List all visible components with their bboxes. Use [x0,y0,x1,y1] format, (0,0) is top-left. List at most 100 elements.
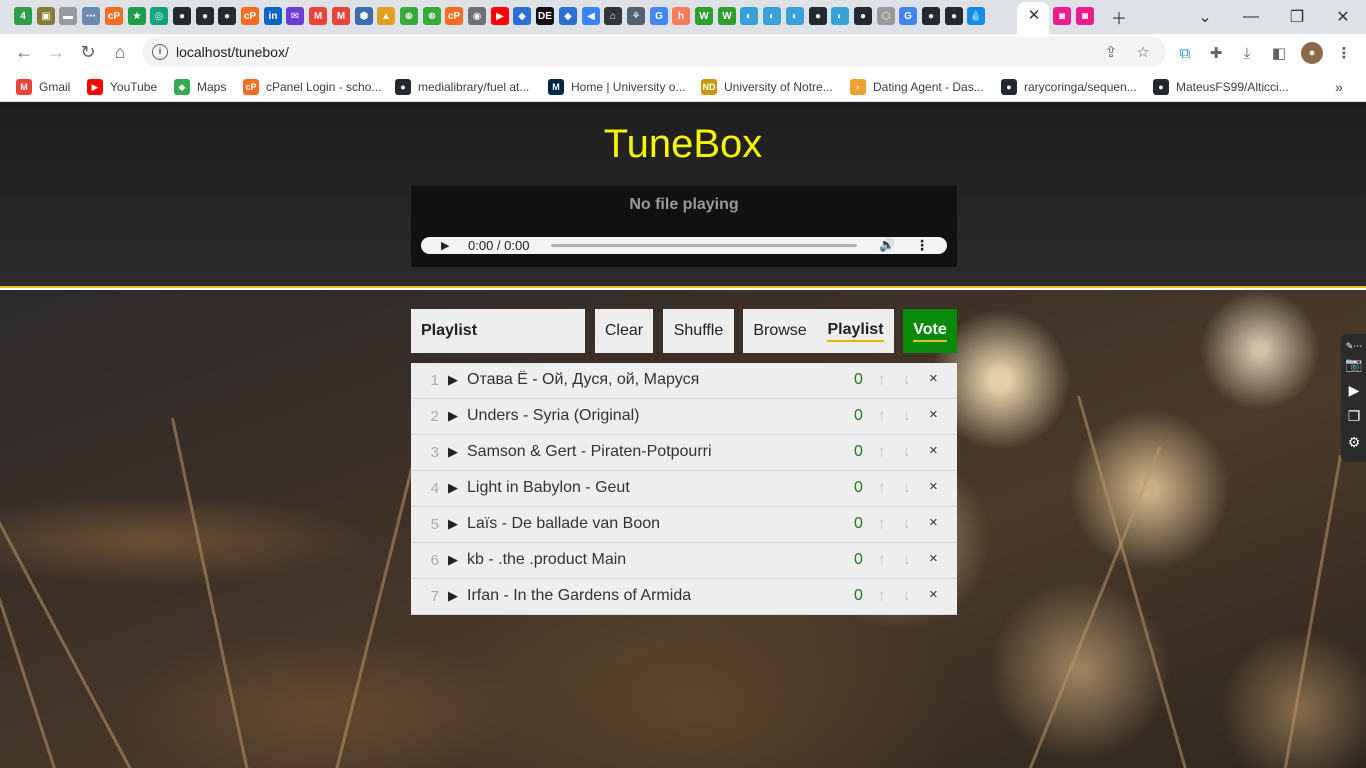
audio-player[interactable]: ▶ 0:00 / 0:00 🔊 ⋮ [421,237,947,254]
tab-favicon-43-icon[interactable]: 💧 [967,7,985,25]
window-capture-icon[interactable]: ❐ [1344,406,1364,426]
tab-favicon-7-icon[interactable]: ◎ [150,7,168,25]
tab-favicon-25-icon[interactable]: ◆ [559,7,577,25]
restore-icon[interactable]: ❐ [1285,5,1309,29]
tab-favicon-2-icon[interactable]: ▣ [37,7,55,25]
tab-favicon-13-icon[interactable]: ✉ [286,7,304,25]
reload-icon[interactable]: ↻ [75,39,101,65]
move-up-arrow-icon[interactable]: ↑ [878,407,886,424]
pin-icon[interactable]: ✎⋯ [1344,336,1364,356]
tab-favicon-30-icon[interactable]: h [672,7,690,25]
tab-favicon-34-icon[interactable]: ◐ [763,7,781,25]
tab-favicon-24-icon[interactable]: DE [536,7,554,25]
address-bar[interactable]: i localhost/tunebox/ ⇪ ☆ [142,37,1166,67]
bookmark-item[interactable]: M Gmail [16,76,70,98]
move-up-arrow-icon[interactable]: ↑ [878,587,886,604]
tab-favicon-6-icon[interactable]: ★ [128,7,146,25]
close-tab-icon[interactable]: ✕ [1026,7,1042,25]
move-up-arrow-icon[interactable]: ↑ [878,443,886,460]
tab-favicon-45-icon[interactable]: ◙ [1076,7,1094,25]
bookmark-item[interactable]: cP cPanel Login - scho... [243,76,381,98]
bookmark-item[interactable]: ● rarycoringa/sequen... [1001,76,1137,98]
tab-browse[interactable]: Browse [743,309,817,353]
song-title[interactable]: Laïs - De ballade van Boon [467,515,660,533]
tab-favicon-31-icon[interactable]: W [695,7,713,25]
bookmark-item[interactable]: ● medialibrary/fuel at... [395,76,529,98]
tab-favicon-40-icon[interactable]: G [899,7,917,25]
song-play-icon[interactable]: ▶ [448,372,458,388]
bookmark-item[interactable]: ND University of Notre... [701,76,833,98]
remove-song-icon[interactable]: × [929,514,938,531]
move-down-arrow-icon[interactable]: ↓ [903,443,911,460]
song-play-icon[interactable]: ▶ [448,588,458,604]
tab-favicon-33-icon[interactable]: ◐ [740,7,758,25]
tab-favicon-5-icon[interactable]: cP [105,7,123,25]
site-info-icon[interactable]: i [152,44,168,60]
tab-search-chevron-icon[interactable]: ⌄ [1193,5,1217,29]
tab-favicon-42-icon[interactable]: ● [945,7,963,25]
song-title[interactable]: Unders - Syria (Original) [467,407,639,425]
move-up-arrow-icon[interactable]: ↑ [878,551,886,568]
share-icon[interactable]: ⇪ [1101,42,1121,62]
tab-favicon-39-icon[interactable]: ⬡ [877,7,895,25]
tab-favicon-4-icon[interactable]: ⋯ [82,7,100,25]
bookmark-star-icon[interactable]: ☆ [1133,42,1153,62]
shuffle-button[interactable]: Shuffle [663,309,734,353]
remove-song-icon[interactable]: × [929,442,938,459]
tab-favicon-3-icon[interactable]: ▬ [59,7,77,25]
tab-favicon-14-icon[interactable]: M [309,7,327,25]
bookmark-item[interactable]: ● MateusFS99/Alticci... [1153,76,1289,98]
tab-playlist[interactable]: Playlist [817,309,894,353]
tab-favicon-15-icon[interactable]: M [332,7,350,25]
song-play-icon[interactable]: ▶ [448,408,458,424]
tab-favicon-23-icon[interactable]: ◆ [513,7,531,25]
volume-icon[interactable]: 🔊 [879,237,895,253]
tab-favicon-8-icon[interactable]: ● [173,7,191,25]
remove-song-icon[interactable]: × [929,406,938,423]
settings-gear-icon[interactable]: ⚙ [1344,432,1364,452]
more-bookmarks-icon[interactable]: » [1335,76,1343,98]
tab-favicon-37-icon[interactable]: ◐ [831,7,849,25]
tab-favicon-44-icon[interactable]: ◙ [1053,7,1071,25]
move-down-arrow-icon[interactable]: ↓ [903,479,911,496]
tab-favicon-27-icon[interactable]: ⌂ [604,7,622,25]
tab-vote[interactable]: Vote [903,309,957,353]
move-down-arrow-icon[interactable]: ↓ [903,587,911,604]
song-title[interactable]: Отава Ё - Ой, Дуся, ой, Маруся [467,371,699,389]
bookmark-item[interactable]: ▶ YouTube [87,76,157,98]
tab-favicon-18-icon[interactable]: ⊕ [400,7,418,25]
tab-favicon-17-icon[interactable]: ▲ [377,7,395,25]
tab-favicon-26-icon[interactable]: ◀ [582,7,600,25]
url-text[interactable]: localhost/tunebox/ [176,44,289,60]
clear-button[interactable]: Clear [595,309,653,353]
profile-avatar[interactable]: ● [1301,42,1323,64]
menu-icon[interactable]: ⋮ [1333,42,1355,64]
remove-song-icon[interactable]: × [929,550,938,567]
move-up-arrow-icon[interactable]: ↑ [878,371,886,388]
song-play-icon[interactable]: ▶ [448,480,458,496]
back-icon[interactable]: ← [11,39,37,65]
tab-favicon-20-icon[interactable]: cP [445,7,463,25]
song-play-icon[interactable]: ▶ [448,444,458,460]
audio-options-icon[interactable]: ⋮ [915,237,929,254]
download-icon[interactable]: ⤓ [1236,42,1258,64]
remove-song-icon[interactable]: × [929,370,938,387]
play-icon[interactable]: ▶ [441,239,449,252]
move-down-arrow-icon[interactable]: ↓ [903,371,911,388]
song-play-icon[interactable]: ▶ [448,516,458,532]
tab-favicon-21-icon[interactable]: ◉ [468,7,486,25]
tab-favicon-29-icon[interactable]: G [650,7,668,25]
move-down-arrow-icon[interactable]: ↓ [903,407,911,424]
song-title[interactable]: Light in Babylon - Geut [467,479,630,497]
move-up-arrow-icon[interactable]: ↑ [878,515,886,532]
tab-favicon-1-icon[interactable]: 4 [14,7,32,25]
song-title[interactable]: kb - .the .product Main [467,551,626,569]
tab-favicon-10-icon[interactable]: ● [218,7,236,25]
home-icon[interactable]: ⌂ [107,39,133,65]
close-window-icon[interactable]: ✕ [1331,5,1355,29]
tab-favicon-19-icon[interactable]: ⊕ [423,7,441,25]
move-down-arrow-icon[interactable]: ↓ [903,551,911,568]
bookmark-item[interactable]: ◆ Maps [174,76,226,98]
tab-favicon-22-icon[interactable]: ▶ [491,7,509,25]
tab-favicon-11-icon[interactable]: cP [241,7,259,25]
